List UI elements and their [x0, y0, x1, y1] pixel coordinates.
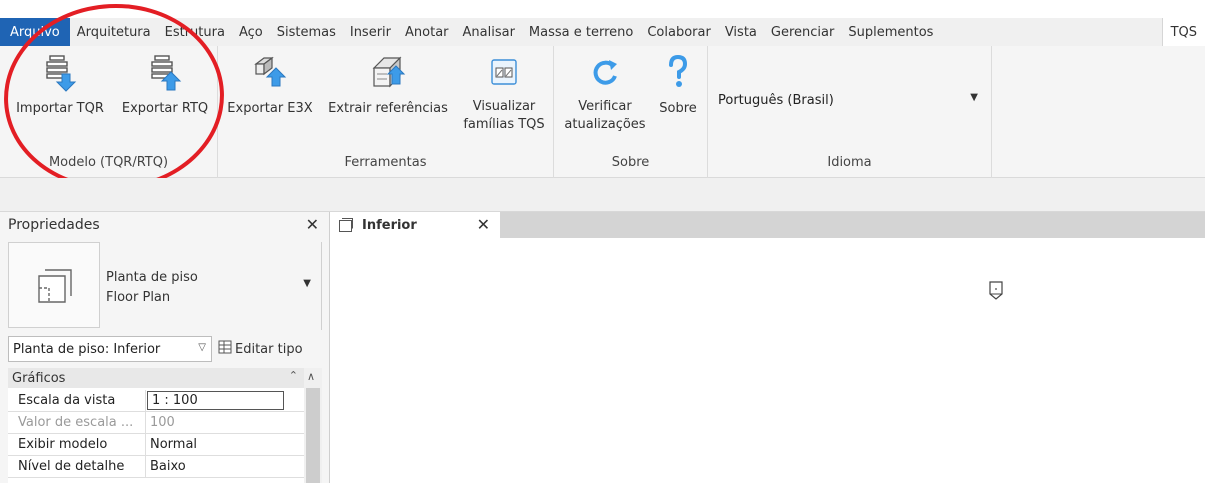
scrollbar-thumb[interactable]: [306, 388, 320, 483]
import-icon: [38, 52, 82, 92]
check-updates-line2: atualizações: [564, 117, 646, 132]
about-label: Sobre: [659, 101, 697, 116]
language-selected-value: Português (Brasil): [718, 92, 834, 108]
tab-view-inferior[interactable]: Inferior ✕: [330, 212, 500, 238]
type-name-line2: Floor Plan: [106, 290, 171, 305]
table-row: Escala da vista 1 : 100: [8, 390, 304, 412]
drawing-canvas[interactable]: [330, 238, 1205, 483]
properties-scrollbar[interactable]: ∧: [304, 368, 322, 483]
type-name: Planta de piso Floor Plan: [106, 268, 198, 308]
import-tqr-label: Importar TQR: [16, 101, 104, 116]
language-dropdown[interactable]: Português (Brasil) ▼: [714, 88, 986, 112]
elevation-marker-icon[interactable]: [988, 280, 1004, 302]
category-graphics[interactable]: Gráficos ⌃: [8, 368, 304, 388]
title-bar-strip: [0, 0, 1205, 18]
edit-type-label: Editar tipo: [235, 341, 303, 357]
scroll-up-icon[interactable]: ∧: [307, 370, 315, 383]
close-icon[interactable]: ✕: [477, 215, 490, 234]
export-icon: [143, 52, 187, 92]
tab-architecture[interactable]: Arquitetura: [70, 18, 158, 46]
tab-structure[interactable]: Estrutura: [158, 18, 232, 46]
tab-steel[interactable]: Aço: [232, 18, 270, 46]
type-name-line1: Planta de piso: [106, 270, 198, 285]
options-bar: [0, 178, 1205, 212]
chevron-down-icon: ▼: [970, 92, 978, 103]
tab-systems[interactable]: Sistemas: [270, 18, 343, 46]
panel-about-title: Sobre: [611, 155, 650, 170]
tab-analyze[interactable]: Analisar: [456, 18, 522, 46]
help-question-icon: [656, 52, 700, 92]
instance-selector-dropdown[interactable]: Planta de piso: Inferior ▽: [8, 336, 212, 362]
edit-type-icon: [218, 340, 232, 358]
tab-massing[interactable]: Massa e terreno: [522, 18, 640, 46]
extract-references-icon: [366, 52, 410, 92]
view-scale-field[interactable]: 1 : 100: [147, 391, 284, 410]
tab-insert[interactable]: Inserir: [343, 18, 398, 46]
export-rtq-button[interactable]: Exportar RTQ: [114, 52, 216, 118]
instance-row: Planta de piso: Inferior ▽ Editar tipo: [8, 336, 326, 362]
view-families-icon: [482, 52, 526, 92]
table-row: Exibir modelo Normal: [8, 434, 304, 456]
view-families-line1: Visualizar: [472, 99, 536, 114]
panel-about: Verificar atualizações Sobre Sobre: [554, 46, 708, 178]
tab-collaborate[interactable]: Colaborar: [640, 18, 717, 46]
ribbon-panel-area: Importar TQR Exportar RTQ Modelo (TQR/RT…: [0, 46, 1205, 178]
export-e3x-label: Exportar E3X: [227, 101, 313, 116]
close-icon[interactable]: ✕: [306, 215, 319, 234]
property-name: Nível de detalhe: [8, 456, 146, 477]
table-row: Nível de detalhe Baixo: [8, 456, 304, 478]
floor-plan-type-thumbnail: [8, 242, 100, 328]
properties-title: Propriedades: [8, 217, 100, 233]
panel-language: Português (Brasil) ▼ Idioma: [708, 46, 992, 178]
panel-model: Importar TQR Exportar RTQ Modelo (TQR/RT…: [0, 46, 218, 178]
view-families-line2: famílias TQS: [463, 117, 545, 132]
about-button[interactable]: Sobre: [652, 52, 704, 118]
property-name: Exibir modelo: [8, 434, 146, 455]
tab-annotate[interactable]: Anotar: [398, 18, 456, 46]
view-tab-label: Inferior: [362, 217, 417, 233]
check-updates-button[interactable]: Verificar atualizações: [558, 52, 652, 134]
tab-file[interactable]: Arquivo: [0, 18, 70, 46]
table-row: Valor de escala ... 100: [8, 412, 304, 434]
export-e3x-icon: [248, 52, 292, 92]
property-value[interactable]: Baixo: [146, 456, 304, 477]
category-label: Gráficos: [12, 370, 66, 386]
check-updates-line1: Verificar: [578, 99, 632, 114]
property-value[interactable]: Normal: [146, 434, 304, 455]
type-selector[interactable]: Planta de piso Floor Plan ▼: [0, 242, 322, 330]
property-name: Valor de escala ...: [8, 412, 146, 433]
extract-references-label: Extrair referências: [328, 101, 448, 116]
properties-grid: Gráficos ⌃ Escala da vista 1 : 100 Valor…: [8, 368, 304, 483]
chevron-down-icon: ▼: [303, 278, 311, 289]
check-updates-label: Verificar atualizações: [564, 98, 645, 134]
refresh-icon: [583, 52, 627, 92]
tab-view[interactable]: Vista: [718, 18, 764, 46]
view-tqs-families-button[interactable]: Visualizar famílias TQS: [458, 52, 550, 134]
panel-language-title: Idioma: [827, 155, 872, 170]
export-rtq-label: Exportar RTQ: [121, 101, 209, 116]
floor-plan-view-icon: [338, 217, 354, 233]
import-tqr-button[interactable]: Importar TQR: [8, 52, 112, 118]
ribbon-tab-bar: Arquivo Arquitetura Estrutura Aço Sistem…: [0, 18, 1205, 46]
view-families-label: Visualizar famílias TQS: [463, 98, 544, 134]
instance-selector-value: Planta de piso: Inferior: [13, 341, 161, 357]
panel-tools: Exportar E3X Extrair referências Visuali…: [218, 46, 554, 178]
tab-manage[interactable]: Gerenciar: [764, 18, 841, 46]
tab-tqs[interactable]: TQS: [1161, 18, 1205, 46]
floor-plan-icon: [38, 269, 72, 303]
panel-tools-title: Ferramentas: [344, 155, 427, 170]
view-tab-bar: Inferior ✕: [330, 212, 1205, 238]
chevron-down-icon: ▽: [198, 342, 206, 353]
property-value: 100: [150, 415, 175, 430]
extract-references-button[interactable]: Extrair referências: [320, 52, 456, 118]
edit-type-button[interactable]: Editar tipo: [218, 340, 303, 358]
collapse-icon[interactable]: ⌃: [289, 369, 298, 382]
properties-palette: Propriedades ✕ Planta de piso Floor Plan…: [0, 212, 330, 483]
tab-addins[interactable]: Suplementos: [841, 18, 940, 46]
panel-model-title: Modelo (TQR/RTQ): [48, 155, 169, 170]
export-e3x-button[interactable]: Exportar E3X: [222, 52, 318, 118]
property-name: Escala da vista: [8, 390, 146, 411]
